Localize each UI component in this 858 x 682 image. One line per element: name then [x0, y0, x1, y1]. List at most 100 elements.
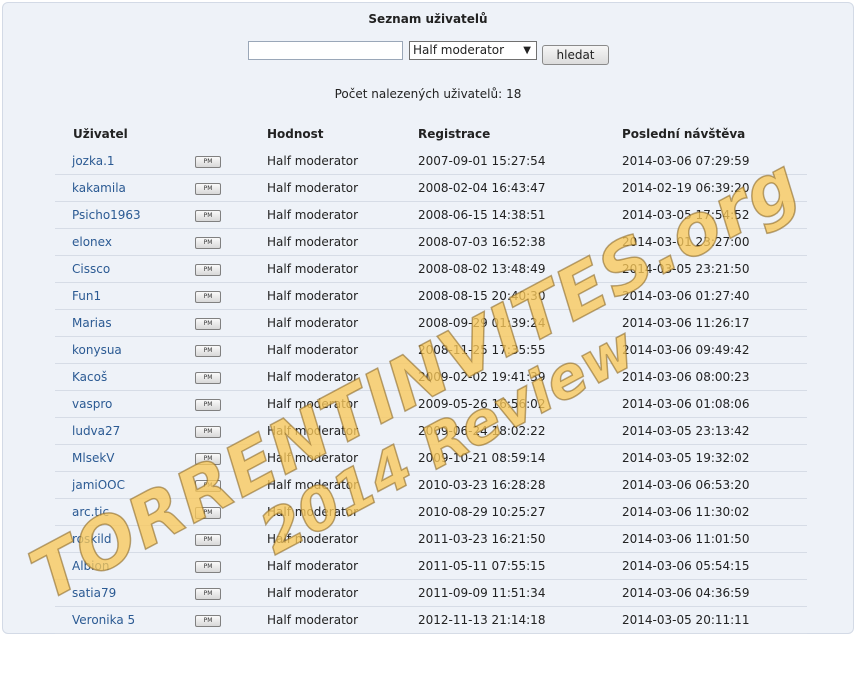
- user-link[interactable]: konysua: [72, 343, 122, 357]
- user-cell: jamiOOC: [55, 471, 195, 499]
- table-row: jozka.1 PM Half moderator 2007-09-01 15:27:…: [55, 148, 807, 175]
- registration-cell: 2007-09-01 15:27:54: [418, 148, 622, 175]
- page-title: Seznam uživatelů: [368, 12, 488, 26]
- pm-button[interactable]: PM: [195, 506, 221, 519]
- table-row: Veronika 5 PM Half moderator 2012-11-13 21:…: [55, 606, 807, 634]
- pm-button[interactable]: PM: [195, 452, 221, 465]
- pm-button[interactable]: PM: [195, 344, 221, 357]
- last-visit-cell: 2014-03-06 11:30:02: [622, 498, 807, 526]
- table-row: kakamila PM Half moderator 2008-02-04 16:43…: [55, 174, 807, 202]
- pm-button[interactable]: PM: [195, 317, 221, 330]
- rank-select[interactable]: Half moderator ▼: [409, 41, 537, 60]
- table-row: Marias PM Half moderator 2008-09-29 01:39:2…: [55, 309, 807, 337]
- last-visit-cell: 2014-03-06 11:01:50: [622, 525, 807, 553]
- registration-cell: 2008-06-15 14:38:51: [418, 201, 622, 229]
- table-row: elonex PM Half moderator 2008-07-03 16:52:3…: [55, 228, 807, 256]
- user-cell: MlsekV: [55, 444, 195, 472]
- last-visit-cell: 2014-03-06 04:36:59: [622, 579, 807, 607]
- rank-cell: Half moderator: [267, 336, 418, 364]
- user-link[interactable]: Albion: [72, 559, 109, 573]
- pm-cell: PM: [195, 525, 267, 553]
- user-link[interactable]: Fun1: [72, 289, 101, 303]
- table-row: Psicho1963 PM Half moderator 2008-06-15 14:…: [55, 201, 807, 229]
- user-link[interactable]: jamiOOC: [72, 478, 125, 492]
- pm-button[interactable]: PM: [195, 479, 221, 492]
- pm-cell: PM: [195, 498, 267, 526]
- registration-cell: 2011-09-09 11:51:34: [418, 579, 622, 607]
- user-cell: vaspro: [55, 390, 195, 418]
- last-visit-cell: 2014-03-06 11:26:17: [622, 309, 807, 337]
- user-link[interactable]: satia79: [72, 586, 116, 600]
- rank-cell: Half moderator: [267, 498, 418, 526]
- rank-cell: Half moderator: [267, 255, 418, 283]
- registration-cell: 2008-11-25 17:35:55: [418, 336, 622, 364]
- table-row: vaspro PM Half moderator 2009-05-26 16:56:0…: [55, 390, 807, 418]
- user-cell: elonex: [55, 228, 195, 256]
- pm-button[interactable]: PM: [195, 425, 221, 438]
- pm-cell: PM: [195, 444, 267, 472]
- registration-cell: 2009-10-21 08:59:14: [418, 444, 622, 472]
- pm-button[interactable]: PM: [195, 182, 221, 195]
- pm-cell: PM: [195, 282, 267, 310]
- result-count-label: Počet nalezených uživatelů:: [334, 87, 503, 101]
- table-row: Kacoš PM Half moderator 2009-02-02 19:41:39…: [55, 363, 807, 391]
- rank-cell: Half moderator: [267, 174, 418, 202]
- last-visit-cell: 2014-03-05 23:13:42: [622, 417, 807, 445]
- user-link[interactable]: MlsekV: [72, 451, 114, 465]
- pm-cell: PM: [195, 606, 267, 634]
- pm-button[interactable]: PM: [195, 263, 221, 276]
- user-list-panel: Seznam uživatelů Half moderator ▼ hledat…: [2, 2, 854, 634]
- user-cell: ludva27: [55, 417, 195, 445]
- user-link[interactable]: roskild: [72, 532, 112, 546]
- rank-select-value: Half moderator: [413, 43, 505, 57]
- search-input[interactable]: [248, 41, 403, 60]
- last-visit-cell: 2014-03-05 23:21:50: [622, 255, 807, 283]
- pm-button[interactable]: PM: [195, 155, 221, 168]
- user-link[interactable]: Psicho1963: [72, 208, 141, 222]
- pm-button[interactable]: PM: [195, 371, 221, 384]
- user-link[interactable]: Marias: [72, 316, 112, 330]
- pm-cell: PM: [195, 579, 267, 607]
- user-link[interactable]: Cissco: [72, 262, 110, 276]
- pm-button[interactable]: PM: [195, 209, 221, 222]
- pm-cell: PM: [195, 309, 267, 337]
- user-cell: kakamila: [55, 174, 195, 202]
- user-link[interactable]: Kacoš: [72, 370, 107, 384]
- table-row: satia79 PM Half moderator 2011-09-09 11:51:…: [55, 579, 807, 607]
- user-link[interactable]: kakamila: [72, 181, 126, 195]
- user-link[interactable]: ludva27: [72, 424, 120, 438]
- user-cell: satia79: [55, 579, 195, 607]
- pm-cell: PM: [195, 148, 267, 175]
- pm-button[interactable]: PM: [195, 614, 221, 627]
- pm-button[interactable]: PM: [195, 236, 221, 249]
- pm-cell: PM: [195, 336, 267, 364]
- table-row: konysua PM Half moderator 2008-11-25 17:35:…: [55, 336, 807, 364]
- header-registration: Registrace: [418, 127, 491, 141]
- rank-cell: Half moderator: [267, 606, 418, 634]
- registration-cell: 2009-05-26 16:56:02: [418, 390, 622, 418]
- user-link[interactable]: arc.tic: [72, 505, 109, 519]
- last-visit-cell: 2014-03-05 20:11:11: [622, 606, 807, 634]
- pm-button[interactable]: PM: [195, 587, 221, 600]
- registration-cell: 2012-11-13 21:14:18: [418, 606, 622, 634]
- pm-cell: PM: [195, 363, 267, 391]
- last-visit-cell: 2014-03-06 09:49:42: [622, 336, 807, 364]
- user-cell: roskild: [55, 525, 195, 553]
- pm-button[interactable]: PM: [195, 398, 221, 411]
- user-link[interactable]: Veronika 5: [72, 613, 135, 627]
- pm-button[interactable]: PM: [195, 560, 221, 573]
- registration-cell: 2009-06-24 18:02:22: [418, 417, 622, 445]
- user-link[interactable]: elonex: [72, 235, 112, 249]
- rank-cell: Half moderator: [267, 148, 418, 175]
- user-link[interactable]: jozka.1: [72, 154, 115, 168]
- pm-button[interactable]: PM: [195, 290, 221, 303]
- user-link[interactable]: vaspro: [72, 397, 112, 411]
- user-cell: Veronika 5: [55, 606, 195, 634]
- search-button[interactable]: hledat: [542, 45, 609, 65]
- header-last-visit: Poslední návštěva: [622, 127, 746, 141]
- rank-cell: Half moderator: [267, 525, 418, 553]
- pm-button[interactable]: PM: [195, 533, 221, 546]
- user-cell: Fun1: [55, 282, 195, 310]
- registration-cell: 2008-07-03 16:52:38: [418, 228, 622, 256]
- table-row: ludva27 PM Half moderator 2009-06-24 18:02:…: [55, 417, 807, 445]
